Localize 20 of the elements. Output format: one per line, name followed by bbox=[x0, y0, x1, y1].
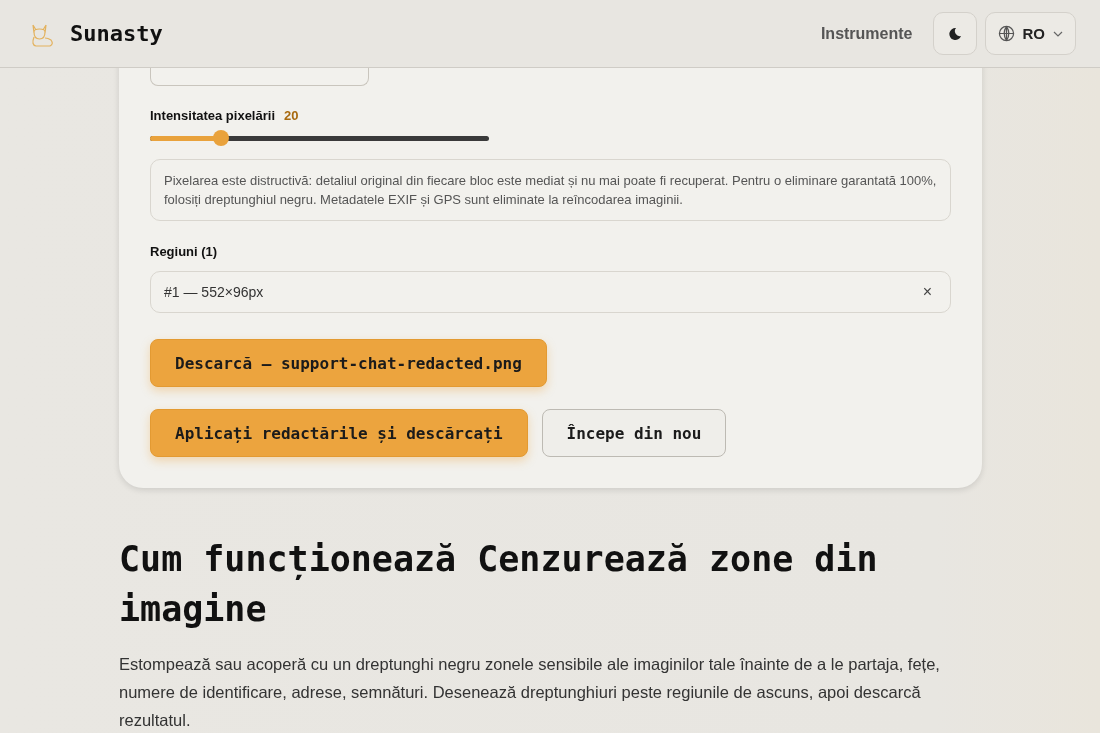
language-button[interactable]: RO bbox=[984, 12, 1076, 55]
info-notice: Pixelarea este distructivă: detaliul original din fiecare bloc este mediat și nu mai poate fi recuperat. Pentru o eliminare garantată 100%, folosiți dreptunghiul negru. Metadatele EXIF și GPS sunt eliminate la reîncodarea imaginii. bbox=[150, 159, 951, 221]
brand-name[interactable]: Sunasty bbox=[70, 21, 163, 46]
apply-button[interactable]: Aplicați redactările și descărcați bbox=[150, 409, 528, 457]
region-text: #1 — 552×96px bbox=[164, 284, 264, 300]
remove-button[interactable]: × bbox=[918, 283, 936, 301]
section-paragraph: Estompează sau acoperă cu un dreptunghi negru zonele sensibile ale imaginilor tale înainte de a le partaja, fețe, numere de identificare, adrese, semnături. Desenează dreptunghiuri peste regiunile de ascuns, apoi descarcă rezultatul. bbox=[119, 654, 941, 731]
section-heading: Cum funcționează Cenzurează zone din imagine bbox=[119, 538, 879, 631]
tools-link[interactable]: Instrumente bbox=[820, 24, 913, 43]
restart-button[interactable]: Începe din nou bbox=[541, 409, 727, 457]
intensity-label: Intensitatea pixelării bbox=[150, 108, 275, 123]
chevron-down-icon bbox=[1053, 30, 1063, 37]
moon-icon bbox=[947, 26, 962, 41]
intensity-value: 20 bbox=[284, 108, 299, 123]
theme-toggle-button[interactable] bbox=[932, 12, 977, 55]
slider-thumb[interactable] bbox=[213, 130, 230, 146]
intensity-slider[interactable] bbox=[150, 130, 489, 146]
download-button[interactable]: Descarcă — support-chat-redacted.png bbox=[150, 339, 547, 387]
globe-icon bbox=[997, 25, 1015, 42]
regions-label: Regiuni (1) bbox=[150, 244, 219, 259]
